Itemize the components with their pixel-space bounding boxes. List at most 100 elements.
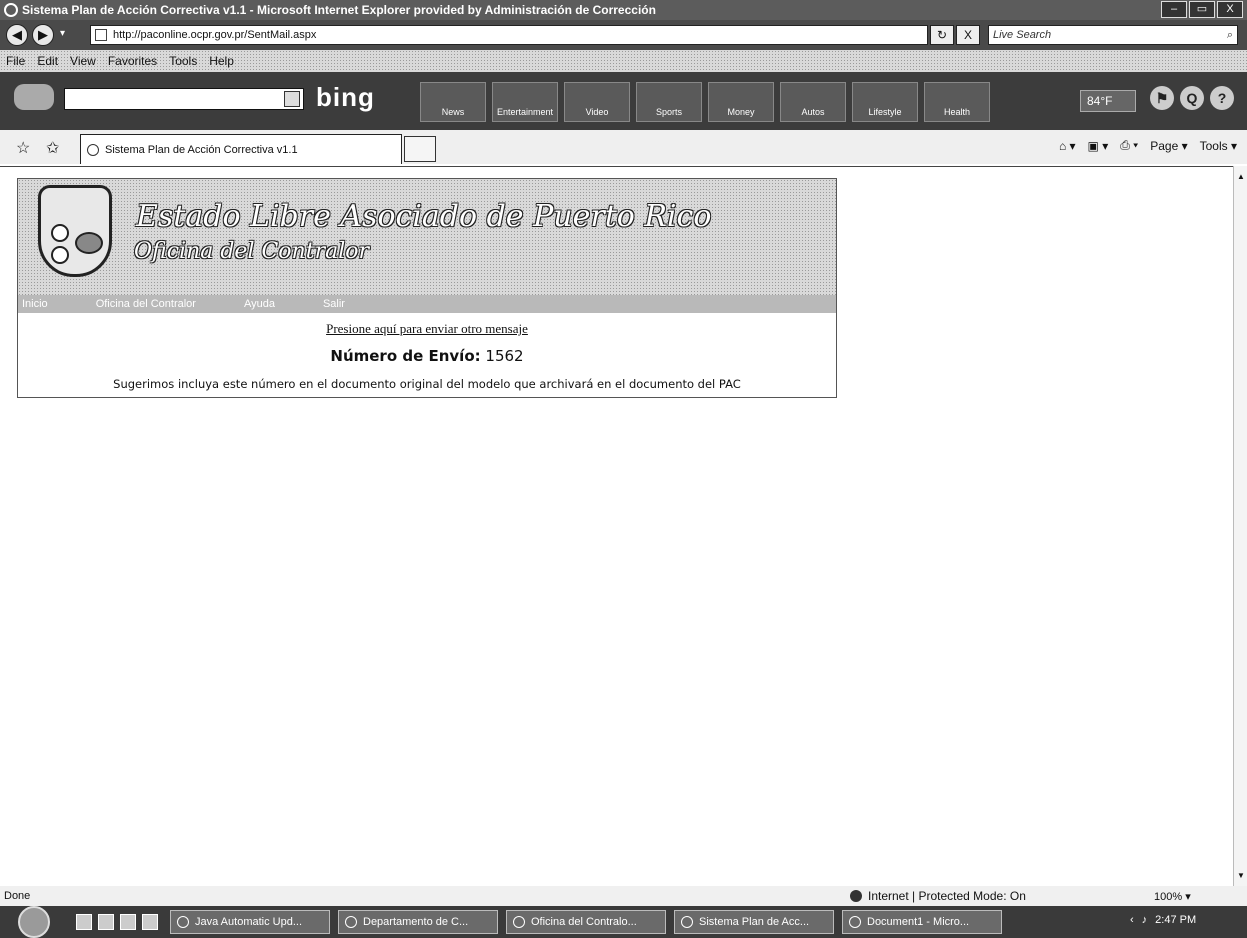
system-tray: ‹ ♪ 2:47 PM: [1130, 914, 1196, 926]
page-icon: [95, 29, 107, 41]
favorites-star-icon[interactable]: ☆: [16, 138, 30, 158]
ie-icon: [681, 916, 693, 928]
globe-icon: [850, 890, 862, 902]
submission-number-label: Número de Envío:: [330, 347, 481, 365]
add-favorites-icon[interactable]: ✩: [46, 138, 59, 158]
taskbar-item-sistema[interactable]: Sistema Plan de Acc...: [674, 910, 834, 934]
window-title-bar: Sistema Plan de Acción Correctiva v1.1 -…: [0, 0, 1247, 20]
zoom-value: 100%: [1154, 890, 1183, 903]
status-bar: Done Internet | Protected Mode: On 100% …: [0, 886, 1247, 906]
tab-active[interactable]: Sistema Plan de Acción Correctiva v1.1: [80, 134, 402, 164]
bing-tab-news[interactable]: News: [420, 82, 486, 122]
weather-badge[interactable]: 84°F: [1080, 90, 1136, 112]
address-field[interactable]: http://paconline.ocpr.gov.pr/SentMail.as…: [90, 25, 928, 45]
bing-search-button-icon[interactable]: Q: [1180, 86, 1204, 110]
scroll-up-icon[interactable]: ▲: [1237, 172, 1245, 181]
menu-tools[interactable]: Tools: [169, 54, 197, 68]
stop-button[interactable]: X: [956, 25, 980, 45]
submission-number-value: 1562: [485, 347, 524, 365]
switch-windows-icon[interactable]: [98, 914, 114, 930]
bing-search-icon[interactable]: [284, 91, 300, 107]
zone-label: Internet | Protected Mode: On: [868, 889, 1026, 903]
banner-title: Estado Libre Asociado de Puerto Rico: [136, 199, 712, 234]
feeds-button[interactable]: ▣ ▾: [1088, 139, 1109, 153]
send-another-message-link[interactable]: Presione aquí para enviar otro mensaje: [18, 321, 836, 337]
ie-icon: [513, 916, 525, 928]
confirmation-panel: Estado Libre Asociado de Puerto Rico Ofi…: [17, 178, 837, 398]
nav-item-ayuda[interactable]: Ayuda: [244, 298, 275, 310]
banner-subtitle: Oficina del Contralor: [134, 239, 369, 264]
bing-tab-health[interactable]: Health: [924, 82, 990, 122]
header-banner: Estado Libre Asociado de Puerto Rico Ofi…: [18, 179, 836, 295]
bing-toolbar-icon[interactable]: [14, 84, 54, 110]
tray-arrow-icon[interactable]: ‹: [1130, 914, 1134, 926]
bing-tab-lifestyle[interactable]: Lifestyle: [852, 82, 918, 122]
bing-tab-entertainment[interactable]: Entertainment: [492, 82, 558, 122]
new-tab-button[interactable]: [404, 136, 436, 162]
menu-favorites[interactable]: Favorites: [108, 54, 157, 68]
bing-tab-money[interactable]: Money: [708, 82, 774, 122]
search-icon[interactable]: ⌕: [1227, 29, 1233, 42]
security-zone[interactable]: Internet | Protected Mode: On: [850, 889, 1026, 903]
bing-tab-video[interactable]: Video: [564, 82, 630, 122]
java-icon: [177, 916, 189, 928]
bing-tab-autos[interactable]: Autos: [780, 82, 846, 122]
bing-logo[interactable]: bing: [316, 82, 375, 113]
scroll-down-icon[interactable]: ▼: [1237, 871, 1245, 880]
menu-help[interactable]: Help: [209, 54, 234, 68]
tab-page-icon: [87, 143, 99, 156]
zoom-level[interactable]: 100% ▾: [1154, 890, 1191, 903]
suggestion-text: Sugerimos incluya este número en el docu…: [113, 377, 741, 391]
tab-label: Sistema Plan de Acción Correctiva v1.1: [105, 143, 298, 156]
menu-file[interactable]: File: [6, 54, 25, 68]
nav-item-oficina[interactable]: Oficina del Contralor: [96, 298, 196, 310]
print-button[interactable]: ⎙ ▾: [1120, 138, 1138, 153]
minimize-button[interactable]: –: [1161, 1, 1187, 18]
bing-flag-icon[interactable]: ⚑: [1150, 86, 1174, 110]
quick-launch: [76, 914, 158, 930]
bing-tab-sports[interactable]: Sports: [636, 82, 702, 122]
forward-arrow-icon[interactable]: ▶: [32, 24, 54, 46]
page-menu-button[interactable]: Page ▾: [1150, 139, 1187, 153]
search-input[interactable]: Live Search ⌕: [988, 25, 1238, 45]
taskbar: Java Automatic Upd... Departamento de C.…: [0, 906, 1247, 938]
app-quicklaunch-icon[interactable]: [142, 914, 158, 930]
refresh-button[interactable]: ↻: [930, 25, 954, 45]
url-text: http://paconline.ocpr.gov.pr/SentMail.as…: [113, 29, 317, 41]
status-text: Done: [4, 890, 31, 902]
tools-menu-button[interactable]: Tools ▾: [1200, 139, 1237, 153]
ie-logo-icon: [4, 3, 18, 17]
word-icon: [849, 916, 861, 928]
coat-of-arms-logo: [38, 185, 112, 277]
taskbar-item-java[interactable]: Java Automatic Upd...: [170, 910, 330, 934]
vertical-scrollbar[interactable]: ▲ ▼: [1233, 166, 1247, 886]
ie-icon: [345, 916, 357, 928]
menu-bar: File Edit View Favorites Tools Help: [0, 50, 1247, 72]
home-button[interactable]: ⌂ ▾: [1059, 139, 1076, 153]
nav-item-salir[interactable]: Salir: [323, 298, 345, 310]
window-title: Sistema Plan de Acción Correctiva v1.1 -…: [22, 3, 656, 17]
search-placeholder: Live Search: [993, 29, 1052, 41]
volume-icon[interactable]: ♪: [1142, 914, 1148, 926]
submission-number: Número de Envío: 1562: [18, 347, 836, 365]
menu-view[interactable]: View: [70, 54, 96, 68]
ie-quicklaunch-icon[interactable]: [120, 914, 136, 930]
history-dropdown-icon[interactable]: ▾: [60, 28, 65, 39]
start-button[interactable]: [18, 906, 50, 938]
menu-edit[interactable]: Edit: [37, 54, 58, 68]
taskbar-item-document[interactable]: Document1 - Micro...: [842, 910, 1002, 934]
back-arrow-icon[interactable]: ◀: [6, 24, 28, 46]
nav-item-inicio[interactable]: Inicio: [22, 298, 48, 310]
close-button[interactable]: X: [1217, 1, 1243, 18]
tab-row: ☆ ✩ Sistema Plan de Acción Correctiva v1…: [0, 130, 1247, 164]
taskbar-item-departamento[interactable]: Departamento de C...: [338, 910, 498, 934]
show-desktop-icon[interactable]: [76, 914, 92, 930]
bing-toolbar: bing News Entertainment Video Sports Mon…: [0, 72, 1247, 130]
bing-search-input[interactable]: [64, 88, 304, 110]
address-row: ◀ ▶ ▾ http://paconline.ocpr.gov.pr/SentM…: [0, 20, 1247, 50]
command-bar: ⌂ ▾ ▣ ▾ ⎙ ▾ Page ▾ Tools ▾: [1059, 138, 1237, 153]
bing-help-icon[interactable]: ?: [1210, 86, 1234, 110]
taskbar-item-oficina[interactable]: Oficina del Contralo...: [506, 910, 666, 934]
clock[interactable]: 2:47 PM: [1155, 914, 1196, 926]
maximize-button[interactable]: ▭: [1189, 1, 1215, 18]
